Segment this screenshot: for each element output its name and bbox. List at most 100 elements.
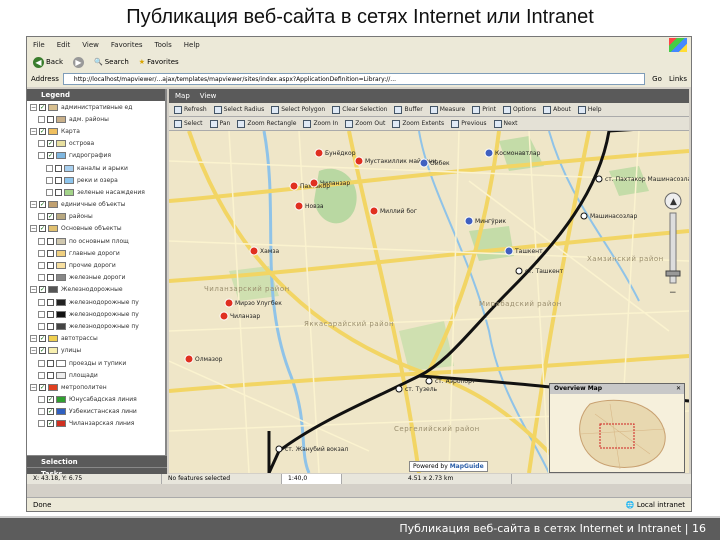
expand-icon[interactable] xyxy=(46,164,53,172)
tool-buffer-button[interactable]: Buffer xyxy=(391,105,425,114)
station-marker[interactable]: Хамза xyxy=(249,246,280,256)
favorites-button[interactable]: ★ Favorites xyxy=(136,55,182,69)
layer-checkbox[interactable]: ✓ xyxy=(47,152,54,160)
layer-checkbox[interactable] xyxy=(55,176,62,184)
legend-header[interactable]: Legend xyxy=(27,89,165,101)
zoom-slider-icon[interactable]: ▲ − xyxy=(663,191,683,301)
tool-zoom-extents-button[interactable]: Zoom Extents xyxy=(389,119,447,128)
layer-item[interactable]: − ✓ Карта xyxy=(27,125,165,137)
layer-checkbox[interactable]: ✓ xyxy=(47,213,54,221)
menu-tools[interactable]: Tools xyxy=(149,41,178,49)
layer-item[interactable]: проезды и тупики xyxy=(27,357,165,369)
expand-icon[interactable] xyxy=(38,408,45,416)
layer-checkbox[interactable] xyxy=(47,115,54,123)
tool-options-button[interactable]: Options xyxy=(500,105,539,114)
expand-icon[interactable] xyxy=(38,115,45,123)
tool-about-button[interactable]: About xyxy=(540,105,574,114)
tool-zoom-in-button[interactable]: Zoom In xyxy=(300,119,341,128)
tool-select-radius-button[interactable]: Select Radius xyxy=(211,105,268,114)
tool-next-button[interactable]: Next xyxy=(491,119,521,128)
layer-item[interactable]: железные дороги xyxy=(27,272,165,284)
station-marker[interactable]: Бунёдкор xyxy=(314,148,356,158)
station-marker[interactable]: Олмазор xyxy=(184,354,223,364)
station-marker[interactable]: Машинасозлар xyxy=(580,212,638,220)
layer-item[interactable]: железнодорожные пу xyxy=(27,320,165,332)
tool-measure-button[interactable]: Measure xyxy=(427,105,469,114)
expand-icon[interactable]: − xyxy=(30,286,37,294)
layer-item[interactable]: площади xyxy=(27,369,165,381)
expand-icon[interactable] xyxy=(46,188,53,196)
station-marker[interactable]: Ташкент xyxy=(504,246,543,256)
layer-item[interactable]: ✓ Чиланзарская линия xyxy=(27,418,165,430)
back-button[interactable]: ◀ Back xyxy=(30,55,66,69)
station-marker[interactable]: Чиланзар xyxy=(309,178,350,188)
expand-icon[interactable]: − xyxy=(30,103,37,111)
expand-icon[interactable] xyxy=(38,152,45,160)
scale-input[interactable]: 1:40,0 xyxy=(282,474,342,484)
expand-icon[interactable]: − xyxy=(30,347,37,355)
station-marker[interactable]: Новза xyxy=(294,201,324,211)
expand-icon[interactable] xyxy=(38,213,45,221)
station-marker[interactable]: ст. Жанубий вокзал xyxy=(275,445,348,453)
menu-edit[interactable]: Edit xyxy=(51,41,77,49)
expand-icon[interactable] xyxy=(38,322,45,330)
layer-item[interactable]: главные дороги xyxy=(27,247,165,259)
layer-checkbox[interactable] xyxy=(47,274,54,282)
map-canvas[interactable]: Чиланзарский район Яккасарайский район М… xyxy=(169,131,689,473)
menu-help[interactable]: Help xyxy=(178,41,206,49)
tool-select-button[interactable]: Select xyxy=(171,119,206,128)
layer-checkbox[interactable]: ✓ xyxy=(47,396,54,404)
layer-item[interactable]: − ✓ единичные объекты xyxy=(27,199,165,211)
layer-checkbox[interactable]: ✓ xyxy=(39,335,46,343)
tool-zoom-rectangle-button[interactable]: Zoom Rectangle xyxy=(234,119,299,128)
layer-checkbox[interactable] xyxy=(47,249,54,257)
layer-item[interactable]: ✓ районы xyxy=(27,211,165,223)
layer-checkbox[interactable] xyxy=(55,188,62,196)
expand-icon[interactable]: − xyxy=(30,127,37,135)
layer-item[interactable]: зеленые насаждения xyxy=(27,186,165,198)
expand-icon[interactable] xyxy=(38,359,45,367)
tool-previous-button[interactable]: Previous xyxy=(448,119,489,128)
layer-checkbox[interactable] xyxy=(47,359,54,367)
layer-checkbox[interactable] xyxy=(47,322,54,330)
expand-icon[interactable]: − xyxy=(30,335,37,343)
expand-icon[interactable] xyxy=(38,298,45,306)
expand-icon[interactable] xyxy=(38,420,45,428)
tool-pan-button[interactable]: Pan xyxy=(207,119,234,128)
layer-checkbox[interactable]: ✓ xyxy=(39,127,46,135)
layer-item[interactable]: ✓ Узбекистанская лини xyxy=(27,406,165,418)
expand-icon[interactable] xyxy=(46,176,53,184)
address-input[interactable]: http://localhost/mapviewer/...ajax/templ… xyxy=(62,73,646,85)
station-marker[interactable]: Чиланзар xyxy=(219,311,260,321)
expand-icon[interactable] xyxy=(38,396,45,404)
layer-item[interactable]: ✓ гидрография xyxy=(27,150,165,162)
layer-item[interactable]: по основным площ xyxy=(27,235,165,247)
station-marker[interactable]: ст. Пахтакор Машинасозлар xyxy=(595,175,689,183)
tab-view[interactable]: View xyxy=(200,92,217,100)
layer-checkbox[interactable]: ✓ xyxy=(39,347,46,355)
expand-icon[interactable] xyxy=(38,140,45,148)
station-marker[interactable]: Ойбек xyxy=(419,158,450,168)
layer-item[interactable]: прочие дороги xyxy=(27,259,165,271)
layer-checkbox[interactable] xyxy=(47,262,54,270)
layer-item[interactable]: железнодорожные пу xyxy=(27,296,165,308)
menu-view[interactable]: View xyxy=(76,41,105,49)
layer-checkbox[interactable]: ✓ xyxy=(47,140,54,148)
layer-item[interactable]: адм. районы xyxy=(27,113,165,125)
tool-select-polygon-button[interactable]: Select Polygon xyxy=(268,105,328,114)
layer-checkbox[interactable]: ✓ xyxy=(39,383,46,391)
expand-icon[interactable] xyxy=(38,371,45,379)
expand-icon[interactable] xyxy=(38,310,45,318)
expand-icon[interactable] xyxy=(38,262,45,270)
forward-button[interactable]: ▶ xyxy=(70,55,87,69)
layer-checkbox[interactable] xyxy=(47,371,54,379)
layer-item[interactable]: ✓ острова xyxy=(27,138,165,150)
overview-map[interactable]: Overview Map ✕ xyxy=(549,383,685,473)
layer-checkbox[interactable]: ✓ xyxy=(39,225,46,233)
layer-checkbox[interactable] xyxy=(47,237,54,245)
tool-print-button[interactable]: Print xyxy=(469,105,499,114)
layer-checkbox[interactable] xyxy=(47,310,54,318)
close-icon[interactable]: ✕ xyxy=(676,384,681,394)
expand-icon[interactable]: − xyxy=(30,225,37,233)
tool-help-button[interactable]: Help xyxy=(575,105,605,114)
